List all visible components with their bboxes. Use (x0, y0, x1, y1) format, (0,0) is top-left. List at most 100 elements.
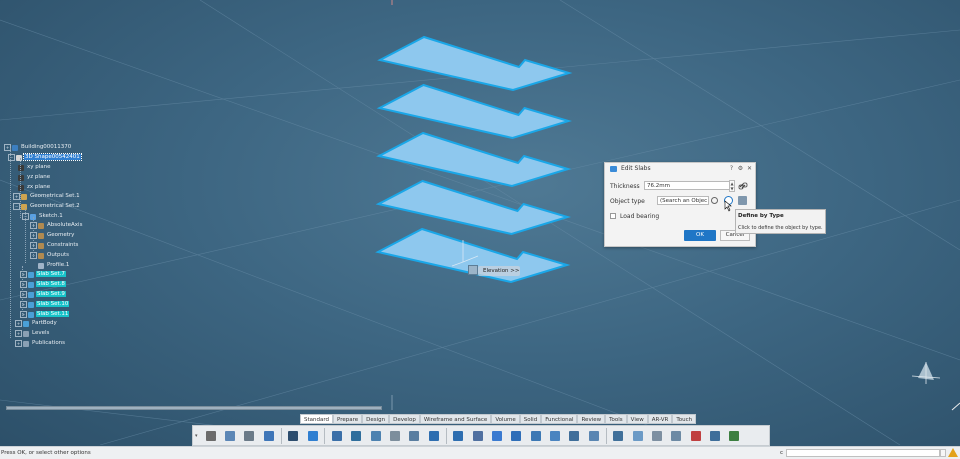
ok-button[interactable]: OK (684, 230, 716, 241)
tree-item[interactable]: + Slab Set.11 (20, 310, 70, 319)
tree-item[interactable]: + Building00011370 (4, 143, 72, 152)
grid-icon[interactable] (388, 429, 402, 443)
tree-item[interactable]: zx plane (18, 183, 51, 192)
settings-icon[interactable]: ⚙ (737, 165, 744, 172)
mouse-cursor-icon (724, 200, 732, 212)
tree-item[interactable]: + Slab Set.10 (20, 300, 70, 309)
warning-icon[interactable] (948, 448, 958, 457)
tab-ar-vr[interactable]: AR-VR (647, 414, 673, 424)
tree-item-label: Profile.1 (47, 262, 70, 268)
tree-item[interactable]: + Slab Set.9 (20, 290, 66, 299)
tab-volume[interactable]: Volume (491, 414, 520, 424)
marker-icon[interactable] (669, 429, 683, 443)
tree-node-icon (21, 193, 27, 200)
tree-item[interactable]: Profile.1 (38, 261, 70, 270)
tree-expander-icon[interactable]: + (15, 340, 22, 347)
tab-standard[interactable]: Standard (300, 414, 334, 424)
cut-icon[interactable] (204, 429, 218, 443)
command-dropdown-icon[interactable] (940, 449, 946, 457)
column-icon[interactable] (529, 429, 543, 443)
horizontal-scrollbar[interactable] (6, 406, 382, 410)
tree-item[interactable]: + Publications (15, 339, 66, 348)
tree-connector (33, 217, 34, 257)
tree-node-icon (18, 164, 24, 171)
stairs-icon[interactable] (369, 429, 383, 443)
tree-item-label: Building00011370 (21, 144, 72, 150)
tab-touch[interactable]: Touch (672, 414, 697, 424)
column-grid-icon[interactable] (567, 429, 581, 443)
tab-tools[interactable]: Tools (605, 414, 627, 424)
window-icon[interactable] (490, 429, 504, 443)
tree-item[interactable]: − Geometrical Set.2 (13, 202, 81, 211)
tree-item[interactable]: + Levels (15, 329, 50, 338)
tree-item[interactable]: − Outputs (30, 251, 70, 260)
object-type-input[interactable]: (Search an Objec (657, 196, 709, 205)
paste-icon[interactable] (242, 429, 256, 443)
load-bearing-checkbox[interactable] (610, 213, 616, 219)
undo-icon[interactable] (262, 429, 276, 443)
layer-icon[interactable] (349, 429, 363, 443)
object-type-catalog-icon[interactable] (738, 196, 747, 205)
beam-icon[interactable] (509, 429, 523, 443)
tab-wireframe-and-surface[interactable]: Wireframe and Surface (419, 414, 492, 424)
sphere-icon[interactable] (689, 429, 703, 443)
tree-expander-icon[interactable]: + (15, 330, 22, 337)
command-input[interactable] (786, 449, 940, 457)
tree-item[interactable]: xy plane (18, 163, 52, 172)
tree-item-label: Sketch.1 (39, 213, 63, 219)
slab-outline[interactable] (377, 35, 573, 92)
tree-connector (20, 158, 21, 218)
help-icon[interactable]: ? (728, 165, 735, 172)
tree-item[interactable]: + Slab Set.7 (20, 270, 66, 279)
door-icon[interactable] (471, 429, 485, 443)
tree-item[interactable]: −3D Shape00542401 (8, 153, 82, 162)
elevation-label[interactable]: Elevation >> (478, 266, 520, 276)
tree-item[interactable]: + AbsoluteAxis (30, 221, 83, 230)
tree-item[interactable]: yz plane (18, 173, 51, 182)
tab-view[interactable]: View (626, 414, 648, 424)
tab-design[interactable]: Design (362, 414, 390, 424)
tree-item[interactable]: + Slab Set.8 (20, 280, 66, 289)
tree-expander-icon[interactable]: + (13, 193, 20, 200)
tree-node-icon (38, 222, 44, 229)
table-icon[interactable] (611, 429, 625, 443)
slab-outline[interactable] (376, 131, 572, 188)
wall-icon[interactable] (427, 429, 441, 443)
radio-search-icon[interactable] (711, 197, 718, 204)
sketch-icon[interactable] (330, 429, 344, 443)
link-icon[interactable] (738, 181, 748, 191)
toolbar-expand-icon[interactable]: ▾ (195, 429, 201, 443)
tree-expander-icon[interactable]: − (13, 203, 20, 210)
slab-outline[interactable] (376, 83, 572, 140)
elevation-cube-icon[interactable] (468, 265, 478, 275)
zoom-icon[interactable] (286, 429, 300, 443)
tree-item[interactable]: + Geometry (30, 231, 75, 240)
tree-expander-icon[interactable]: + (15, 320, 22, 327)
workbench-tabs: Standard Prepare Design Develop Wireframe an… (300, 414, 697, 424)
tree-item[interactable]: + Constraints (30, 241, 79, 250)
frame-icon[interactable] (548, 429, 562, 443)
dialog-title-bar[interactable]: Edit Slabs ? ⚙ ✕ (605, 163, 755, 175)
copy-icon[interactable] (223, 429, 237, 443)
tab-solid[interactable]: Solid (519, 414, 542, 424)
select-icon[interactable] (306, 429, 320, 443)
measure-icon[interactable] (407, 429, 421, 443)
tag-icon[interactable] (650, 429, 664, 443)
tab-review[interactable]: Review (577, 414, 606, 424)
tab-functional[interactable]: Functional (541, 414, 578, 424)
close-icon[interactable]: ✕ (746, 165, 753, 172)
thickness-input[interactable]: 76.2mm (644, 181, 730, 190)
box-icon[interactable] (631, 429, 645, 443)
slab-outline[interactable] (375, 179, 571, 236)
render-icon[interactable] (727, 429, 741, 443)
tab-prepare[interactable]: Prepare (333, 414, 363, 424)
opening-icon[interactable] (587, 429, 601, 443)
tree-item[interactable]: − Sketch.1 (22, 212, 64, 221)
slab-icon[interactable] (451, 429, 465, 443)
search-icon[interactable] (708, 429, 722, 443)
tree-item[interactable]: + PartBody (15, 319, 58, 328)
tree-item[interactable]: + Geometrical Set.1 (13, 192, 81, 201)
tree-node-icon (28, 311, 34, 318)
tab-develop[interactable]: Develop (389, 414, 420, 424)
thickness-spinner[interactable]: ▲ ▼ (729, 180, 735, 192)
